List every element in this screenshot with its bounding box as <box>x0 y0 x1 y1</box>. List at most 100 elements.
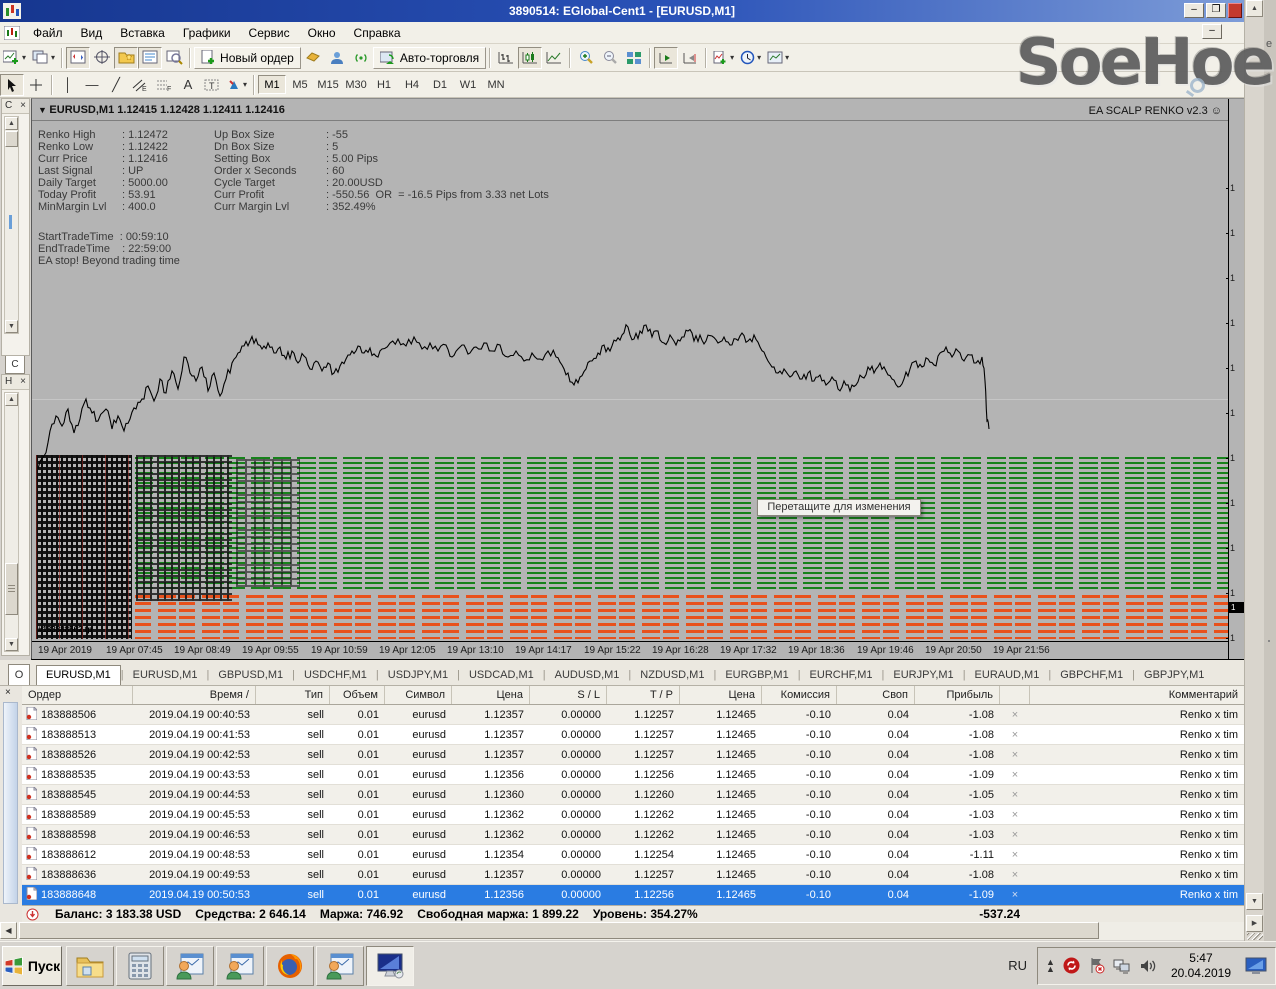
column-header-time[interactable]: Время / <box>133 686 256 704</box>
mql5-button[interactable] <box>301 47 325 69</box>
column-header-order[interactable]: Ордер <box>22 686 133 704</box>
arrow-objects-button[interactable]: ▾ <box>224 74 250 96</box>
column-header-sl[interactable]: S / L <box>530 686 607 704</box>
chart-candles-button[interactable] <box>518 47 542 69</box>
order-row-183888513[interactable]: 1838885132019.04.19 00:41:53sell0.01euru… <box>22 725 1244 745</box>
symbol-tab-usdcad-m1[interactable]: USDCAD,M1 <box>460 666 543 685</box>
column-header-volume[interactable]: Объем <box>330 686 385 704</box>
show-desktop-icon[interactable] <box>1245 957 1267 975</box>
symbol-tab-usdjpy-m1[interactable]: USDJPY,M1 <box>379 666 457 685</box>
close-order-icon[interactable]: × <box>1000 829 1030 841</box>
symbol-tab-eurgbp-m1[interactable]: EURGBP,M1 <box>716 666 797 685</box>
terminal-button[interactable] <box>138 47 162 69</box>
timeframe-m15[interactable]: M15 <box>314 75 342 94</box>
column-header-price[interactable]: Цена <box>452 686 530 704</box>
taskbar-item-calculator[interactable] <box>116 946 164 986</box>
periods-button[interactable]: ▾ <box>737 47 764 69</box>
timeframe-h1[interactable]: H1 <box>370 75 398 94</box>
column-header-close-price[interactable]: Цена <box>680 686 762 704</box>
signals-button[interactable] <box>349 47 373 69</box>
terminal-tab-strip[interactable] <box>3 702 18 904</box>
menu-item-4[interactable]: Графики <box>174 24 240 42</box>
order-row-183888612[interactable]: 1838886122019.04.19 00:48:53sell0.01euru… <box>22 845 1244 865</box>
new-order-button[interactable]: Новый ордер <box>194 47 301 69</box>
column-header-commission[interactable]: Комиссия <box>762 686 837 704</box>
close-order-icon[interactable]: × <box>1000 889 1030 901</box>
column-header-type[interactable]: Тип <box>256 686 330 704</box>
network-tray-icon[interactable] <box>1113 958 1131 974</box>
crosshair-window-button[interactable] <box>90 47 114 69</box>
menu-item-2[interactable]: Вид <box>72 24 112 42</box>
flag-alert-tray-icon[interactable] <box>1088 957 1105 974</box>
symbol-tab-eurjpy-m1[interactable]: EURJPY,M1 <box>884 666 962 685</box>
scroll-down-arrow[interactable]: ▼ <box>1246 893 1263 910</box>
timeframe-m1[interactable]: M1 <box>258 75 286 94</box>
order-row-183888545[interactable]: 1838885452019.04.19 00:44:53sell0.01euru… <box>22 785 1244 805</box>
timeframe-w1[interactable]: W1 <box>454 75 482 94</box>
orders-table-header[interactable]: ОрдерВремя /ТипОбъемСимволЦенаS / LT / P… <box>22 686 1244 705</box>
symbol-tab-usdchf-m1[interactable]: USDCHF,M1 <box>295 666 376 685</box>
symbol-tab-gbpchf-m1[interactable]: GBPCHF,M1 <box>1051 666 1132 685</box>
taskbar-item-mt4-2[interactable] <box>216 946 264 986</box>
order-row-183888535[interactable]: 1838885352019.04.19 00:43:53sell0.01euru… <box>22 765 1244 785</box>
vertical-line-button[interactable]: │ <box>56 74 80 96</box>
timeframe-m30[interactable]: M30 <box>342 75 370 94</box>
quote-header[interactable]: ▼ EURUSD,M1 1.12415 1.12428 1.12411 1.12… <box>38 104 285 116</box>
scroll-thumb[interactable] <box>19 922 1099 939</box>
taskbar-item-mt4-3[interactable] <box>316 946 364 986</box>
templates-button[interactable]: ▾ <box>764 47 792 69</box>
dock-panel1-close-icon[interactable]: × <box>20 100 26 112</box>
fibonacci-button[interactable]: F <box>152 74 176 96</box>
close-order-icon[interactable]: × <box>1000 729 1030 741</box>
column-header-close[interactable]: Комментарий <box>1030 686 1244 704</box>
dock-panel2-close-icon[interactable]: × <box>20 376 26 388</box>
menu-item-6[interactable]: Окно <box>299 24 345 42</box>
sync-tray-icon[interactable] <box>1063 957 1080 974</box>
symbol-tab-eurusd-m1[interactable]: EURUSD,M1 <box>124 666 207 685</box>
start-button[interactable]: Пуск <box>2 946 62 986</box>
horizontal-scrollbar[interactable]: ◀ <box>0 922 1244 940</box>
symbol-tab-audusd-m1[interactable]: AUDUSD,M1 <box>546 666 629 685</box>
close-order-icon[interactable]: × <box>1000 769 1030 781</box>
taskbar-item-mt4-1[interactable] <box>166 946 214 986</box>
menu-item-5[interactable]: Сервис <box>240 24 299 42</box>
chart-window[interactable]: #183888562 tp ▼ EURUSD,M1 1.12415 1.1242… <box>31 98 1244 660</box>
tile-windows-button[interactable] <box>622 47 646 69</box>
scroll-right-arrow[interactable]: ▶ <box>1246 915 1263 932</box>
minimize-button[interactable]: – <box>1184 3 1204 18</box>
dock-panel1-scrollbar[interactable]: ▲ ▼ <box>4 116 19 334</box>
scroll-up-arrow[interactable]: ▲ <box>1246 0 1263 17</box>
new-chart-button[interactable]: ▾ <box>0 47 29 69</box>
close-order-icon[interactable]: × <box>1000 809 1030 821</box>
text-label-button[interactable]: T <box>200 74 224 96</box>
order-row-183888648[interactable]: 1838886482019.04.19 00:50:53sell0.01euru… <box>22 885 1244 905</box>
terminal-close-icon[interactable]: × <box>5 687 11 698</box>
navigator-button[interactable] <box>114 47 138 69</box>
viewer-vertical-scrollbar[interactable]: ▲ ▼ ▶ <box>1244 0 1264 941</box>
timeframe-h4[interactable]: H4 <box>398 75 426 94</box>
close-button[interactable] <box>1228 3 1242 18</box>
tray-clock[interactable]: 5:47 20.04.2019 <box>1165 951 1237 981</box>
trendline-button[interactable]: ╱ <box>104 74 128 96</box>
cursor-button[interactable] <box>0 74 24 96</box>
column-header-swap[interactable]: Своп <box>837 686 915 704</box>
volume-tray-icon[interactable] <box>1139 958 1157 974</box>
dock-panel2-tab[interactable]: O <box>8 664 30 685</box>
column-header-symbol[interactable]: Символ <box>385 686 452 704</box>
dock-panel1-tab[interactable]: C <box>5 356 25 374</box>
resize-grip[interactable] <box>1247 933 1263 940</box>
chart-shift-button[interactable] <box>678 47 702 69</box>
zoom-in-button[interactable] <box>574 47 598 69</box>
chart-minimize-button[interactable]: – <box>1202 24 1222 39</box>
close-order-icon[interactable]: × <box>1000 749 1030 761</box>
order-row-183888589[interactable]: 1838885892019.04.19 00:45:53sell0.01euru… <box>22 805 1244 825</box>
strategy-tester-button[interactable] <box>162 47 186 69</box>
zoom-out-button[interactable] <box>598 47 622 69</box>
channel-button[interactable]: E <box>128 74 152 96</box>
symbol-tab-eurchf-m1[interactable]: EURCHF,M1 <box>801 666 882 685</box>
dock-panel2-scrollbar[interactable]: ▲ ▼ <box>4 392 19 652</box>
timeframe-d1[interactable]: D1 <box>426 75 454 94</box>
close-order-icon[interactable]: × <box>1000 849 1030 861</box>
order-row-183888526[interactable]: 1838885262019.04.19 00:42:53sell0.01euru… <box>22 745 1244 765</box>
order-row-183888598[interactable]: 1838885982019.04.19 00:46:53sell0.01euru… <box>22 825 1244 845</box>
